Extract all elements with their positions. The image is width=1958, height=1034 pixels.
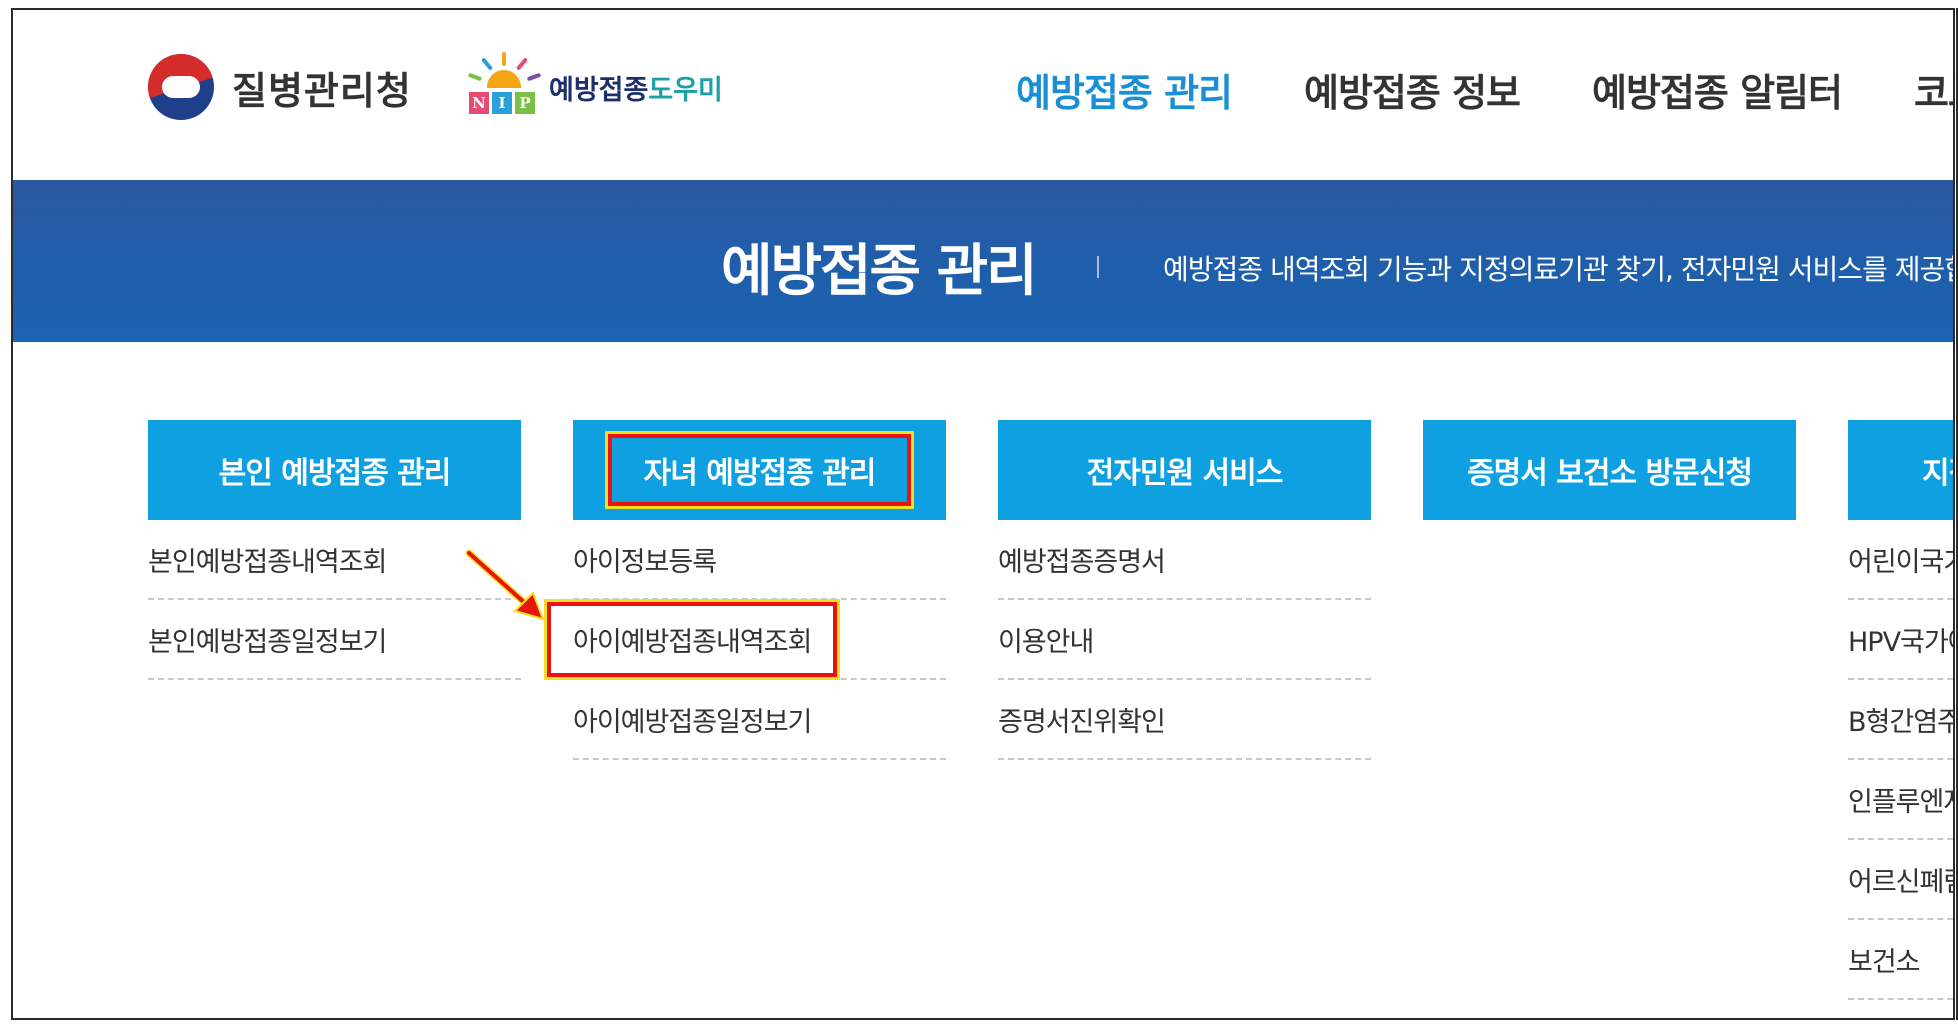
gnb-item-vaccination-info[interactable]: 예방접종 정보 <box>1304 62 1521 117</box>
menu-item-hpv-national[interactable]: HPV국가예방접종 <box>1848 600 1953 680</box>
column-head-self-vaccination[interactable]: 본인 예방접종 관리 <box>148 420 521 520</box>
menu-item-label: 증명서진위확인 <box>998 706 1166 738</box>
menu-item-label: B형간염주산기감염예방 <box>1848 706 1955 738</box>
banner-divider <box>1097 256 1099 278</box>
menu-item-label: 보건소 <box>1848 946 1921 978</box>
menu-column-health-center: 증명서 보건소 방문신청 <box>1423 420 1796 520</box>
gnb-item-vaccination-management[interactable]: 예방접종 관리 <box>1016 62 1233 117</box>
page-title: 예방접종 관리 <box>721 239 1038 304</box>
gnb-item-covid19[interactable]: 코로나19 <box>1914 62 1953 117</box>
menu-item-label: 아이예방접종내역조회 <box>543 598 841 680</box>
nip-title-dark: 예방접종 <box>549 74 649 106</box>
menu-item-label: 본인예방접종일정보기 <box>148 626 387 658</box>
menu-item-health-center[interactable]: 보건소 <box>1848 920 1953 1000</box>
red-arrow-icon <box>465 549 545 621</box>
nip-letter: I <box>492 92 512 114</box>
column-head-designated-clinic[interactable]: 지정의료기관 찾기 <box>1848 420 1953 520</box>
column-head-child-vaccination[interactable]: 자녀 예방접종 관리 <box>573 420 946 520</box>
menu-item-child-national[interactable]: 어린이국가예방접종 <box>1848 520 1953 600</box>
global-nav: 예방접종 관리 예방접종 정보 예방접종 알림터 코로나19 <box>1016 62 1953 117</box>
menu-item-label: 이용안내 <box>998 626 1094 658</box>
menu-item-influenza[interactable]: 인플루엔자 <box>1848 760 1953 840</box>
menu-item-child-register[interactable]: 아이정보등록 <box>573 520 946 600</box>
column-head-health-center-request[interactable]: 증명서 보건소 방문신청 <box>1423 420 1796 520</box>
menu-item-child-history[interactable]: 아이예방접종내역조회 <box>543 598 946 680</box>
gnb-item-vaccination-notice[interactable]: 예방접종 알림터 <box>1592 62 1843 117</box>
menu-item-label: 본인예방접종내역조회 <box>148 546 387 578</box>
nip-letter: N <box>469 92 489 114</box>
menu-item-certificate[interactable]: 예방접종증명서 <box>998 520 1371 600</box>
menu-item-label: HPV국가예방접종 <box>1848 626 1953 658</box>
menu-item-label: 예방접종증명서 <box>998 546 1166 578</box>
menu-item-hepatitis-b[interactable]: B형간염주산기감염예방 <box>1848 680 1955 760</box>
nip-sun-icon: N I P <box>465 52 545 122</box>
menu-item-label: 아이예방접종일정보기 <box>573 706 812 738</box>
menu-item-label: 인플루엔자 <box>1848 786 1953 818</box>
menu-column-designated-clinic: 지정의료기관 찾기 어린이국가예방접종 HPV국가예방접종 B형간염주산기감염예… <box>1848 420 1955 1000</box>
menu-item-usage-guide[interactable]: 이용안내 <box>998 600 1371 680</box>
menu-item-pneumococcal[interactable]: 어르신폐렴구균 <box>1848 840 1953 920</box>
nip-title: 예방접종도우미 <box>549 68 723 107</box>
screenshot-frame: 질병관리청 N I P 예방접종도우미 예방접종 관리 예방접종 정보 예방접종… <box>11 8 1955 1020</box>
menu-item-label: 어르신폐렴구균 <box>1848 866 1953 898</box>
menu-column-e-civil: 전자민원 서비스 예방접종증명서 이용안내 증명서진위확인 <box>998 420 1371 760</box>
menu-item-child-schedule[interactable]: 아이예방접종일정보기 <box>573 680 946 760</box>
menu-item-label: 아이정보등록 <box>573 546 717 578</box>
page-description: 예방접종 내역조회 기능과 지정의료기관 찾기, 전자민원 서비스를 제공합니다 <box>1163 253 1955 286</box>
column-head-label: 자녀 예방접종 관리 <box>604 431 915 509</box>
nip-logo[interactable]: N I P 예방접종도우미 <box>465 52 723 122</box>
kdca-name: 질병관리청 <box>232 68 412 113</box>
menu-column-child: 자녀 예방접종 관리 아이정보등록 아이예방접종내역조회 아이예방접종일정보기 <box>543 420 946 760</box>
page-banner: 예방접종 관리 예방접종 내역조회 기능과 지정의료기관 찾기, 전자민원 서비… <box>13 180 1953 342</box>
menu-item-label: 어린이국가예방접종 <box>1848 546 1953 578</box>
kdca-logo[interactable]: 질병관리청 <box>148 54 412 120</box>
taegeuk-emblem-icon <box>148 54 214 120</box>
nip-title-teal: 도우미 <box>648 74 723 106</box>
menu-item-certificate-verify[interactable]: 증명서진위확인 <box>998 680 1371 760</box>
site-header: 질병관리청 N I P 예방접종도우미 예방접종 관리 예방접종 정보 예방접종… <box>13 10 1953 180</box>
nip-letter: P <box>515 92 535 114</box>
column-head-e-civil-service[interactable]: 전자민원 서비스 <box>998 420 1371 520</box>
